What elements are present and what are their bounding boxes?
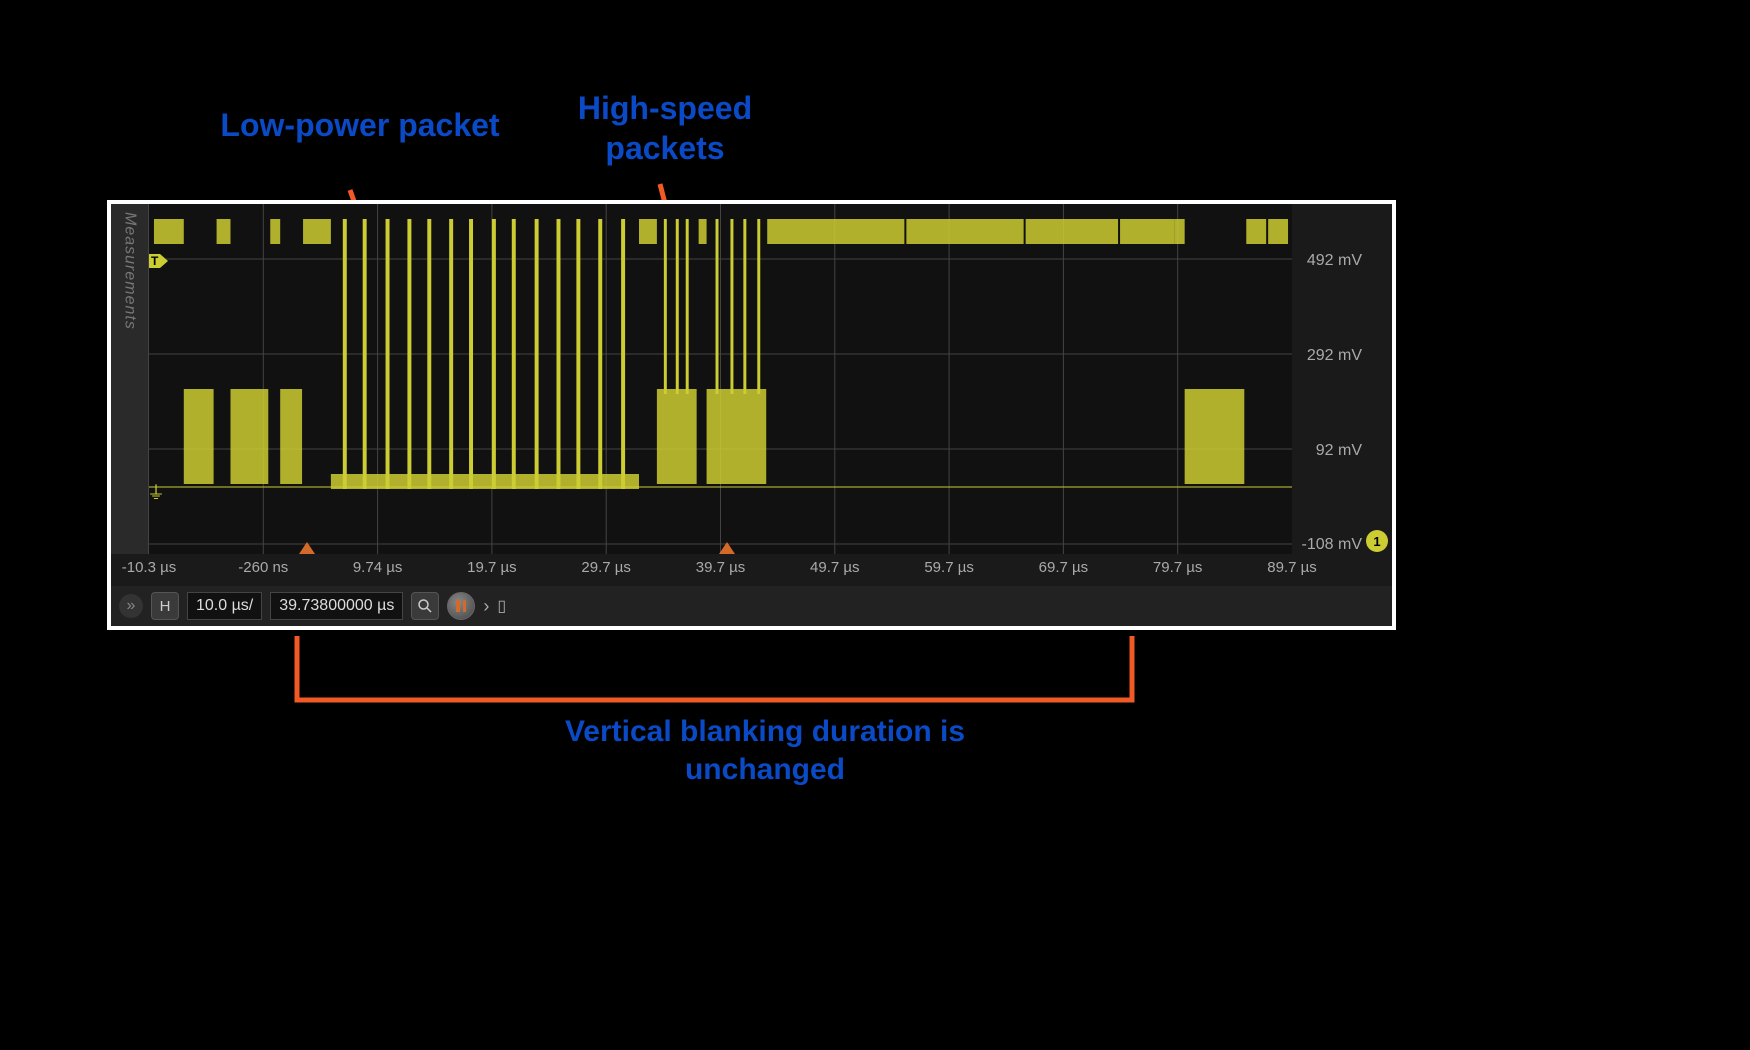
annotation-high-speed: High-speed packets	[540, 88, 790, 168]
measurements-label: Measurements	[121, 212, 139, 330]
time-per-div-field[interactable]: 10.0 µs/	[187, 592, 262, 620]
more-chevron-icon[interactable]: ›	[483, 596, 489, 617]
x-tick: 49.7 µs	[810, 559, 860, 576]
x-tick: 69.7 µs	[1039, 559, 1089, 576]
x-tick: 39.7 µs	[696, 559, 746, 576]
x-tick: 79.7 µs	[1153, 559, 1203, 576]
annotation-vblank: Vertical blanking duration is unchanged	[550, 713, 980, 788]
x-tick: 59.7 µs	[924, 559, 974, 576]
time-cursor-a[interactable]	[299, 542, 315, 554]
x-tick: -10.3 µs	[122, 559, 177, 576]
waveform-plot[interactable]: T ⏚	[149, 204, 1292, 554]
run-stop-button[interactable]	[447, 592, 475, 620]
x-axis: -10.3 µs -260 ns 9.74 µs 19.7 µs 29.7 µs…	[149, 554, 1292, 582]
ground-marker-icon: ⏚	[147, 479, 165, 505]
marker-icon[interactable]: ▯	[497, 596, 506, 616]
expand-toolbar-button[interactable]: »	[119, 594, 143, 618]
time-cursor-b[interactable]	[719, 542, 735, 554]
timebase-toolbar: » H 10.0 µs/ 39.73800000 µs › ▯	[111, 586, 1392, 626]
x-tick: -260 ns	[238, 559, 288, 576]
measurements-panel[interactable]: Measurements	[111, 204, 149, 554]
horizontal-delay-field[interactable]: 39.73800000 µs	[270, 592, 403, 620]
y-tick: 92 mV	[1316, 442, 1362, 460]
x-tick: 89.7 µs	[1267, 559, 1317, 576]
trigger-level-marker[interactable]: T	[149, 254, 160, 268]
zoom-button[interactable]	[411, 592, 439, 620]
x-tick: 19.7 µs	[467, 559, 517, 576]
pause-icon	[456, 600, 466, 612]
y-tick: 492 mV	[1307, 252, 1362, 270]
horizontal-mode-button[interactable]: H	[151, 592, 179, 620]
y-tick: 292 mV	[1307, 347, 1362, 365]
y-axis-labels: 492 mV 292 mV 92 mV -108 mV 1	[1294, 204, 1392, 554]
x-tick: 29.7 µs	[581, 559, 631, 576]
y-tick: -108 mV	[1302, 536, 1362, 554]
zoom-icon	[417, 598, 433, 614]
channel-badge[interactable]: 1	[1366, 530, 1388, 552]
annotation-low-power: Low-power packet	[220, 105, 500, 145]
oscilloscope-screenshot: Measurements	[107, 200, 1396, 630]
x-tick: 9.74 µs	[353, 559, 403, 576]
